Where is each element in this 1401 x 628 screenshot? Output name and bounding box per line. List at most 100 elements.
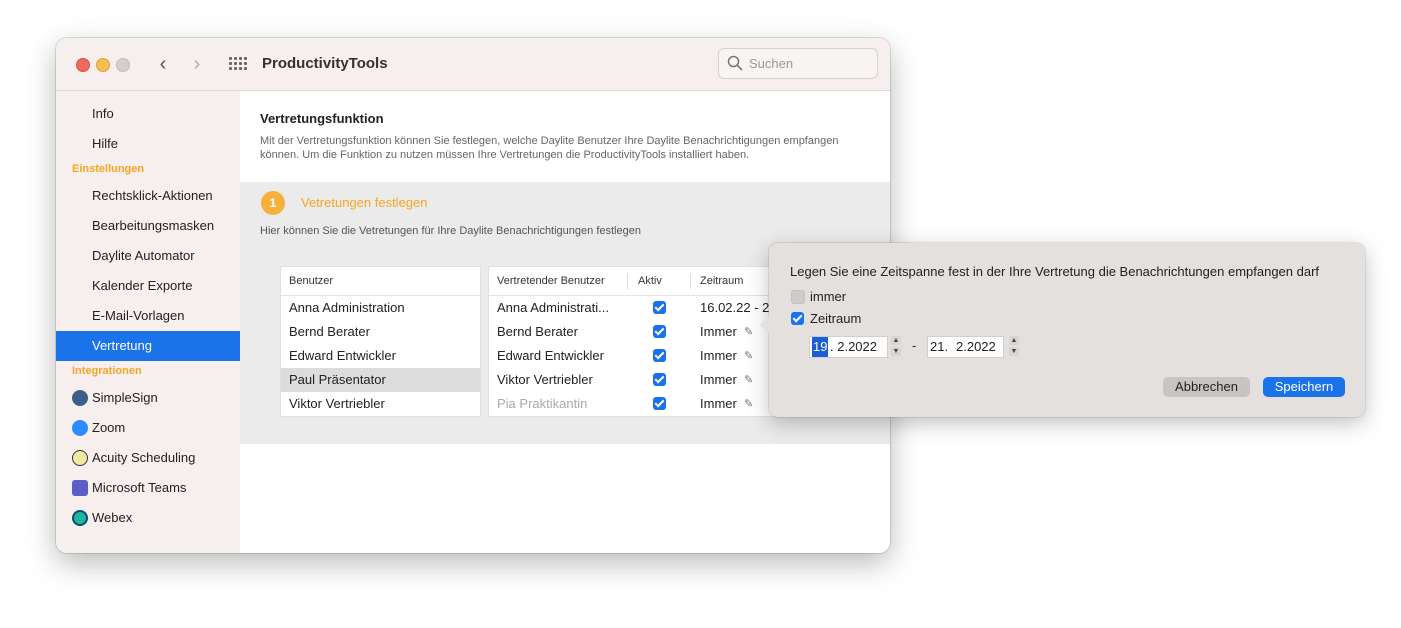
- sidebar-item-label: Vertretung: [92, 338, 152, 353]
- sidebar-item-zoom[interactable]: Zoom: [56, 413, 240, 443]
- column-separator: [627, 273, 628, 289]
- sidebar-item-label: Zoom: [92, 420, 126, 435]
- table-row-selected[interactable]: Paul Präsentator: [281, 368, 480, 392]
- active-checkbox[interactable]: [653, 349, 666, 362]
- popover-title: Legen Sie eine Zeitspanne fest in der Ih…: [790, 264, 1320, 279]
- sidebar-item-webex[interactable]: Webex: [56, 503, 240, 533]
- sidebar-item-edit-masks[interactable]: Bearbeitungsmasken: [56, 211, 240, 241]
- active-checkbox[interactable]: [653, 301, 666, 314]
- period-value: Immer: [700, 348, 737, 363]
- period-checkbox[interactable]: [791, 312, 804, 325]
- column-header-deputy[interactable]: Vertretender Benutzer: [497, 267, 605, 295]
- date-separator: -: [912, 338, 917, 353]
- table-row[interactable]: Pia Praktikantin Immer ✎: [489, 392, 779, 416]
- table-row[interactable]: Viktor Vertriebler: [281, 392, 480, 416]
- table-row[interactable]: Viktor Vertriebler Immer ✎: [489, 368, 779, 392]
- sidebar-item-context-actions[interactable]: Rechtsklick-Aktionen: [56, 181, 240, 211]
- stepper-up-icon[interactable]: ▲: [1009, 336, 1019, 345]
- active-checkbox[interactable]: [653, 397, 666, 410]
- deputy-name: Anna Administrati...: [497, 300, 609, 315]
- sidebar-item-label: E-Mail-Vorlagen: [92, 308, 185, 323]
- step-label: Vetretungen festlegen: [301, 195, 428, 210]
- sidebar-section-integrations: Integrationen: [72, 365, 142, 377]
- period-label: Zeitraum: [810, 311, 862, 326]
- table-row[interactable]: Edward Entwickler: [281, 344, 480, 368]
- sidebar: Info Hilfe Einstellungen Rechtsklick-Akt…: [56, 91, 240, 553]
- sidebar-item-label: SimpleSign: [92, 390, 158, 405]
- sidebar-item-calendar-exports[interactable]: Kalender Exporte: [56, 271, 240, 301]
- to-month-year-segment[interactable]: 2.2022: [956, 337, 996, 357]
- edit-pencil-icon[interactable]: ✎: [744, 344, 753, 368]
- user-name: Paul Präsentator: [289, 372, 386, 387]
- column-header-period[interactable]: Zeitraum: [700, 267, 743, 295]
- search-placeholder: Suchen: [749, 56, 794, 71]
- users-table: Benutzer Anna Administration Bernd Berat…: [280, 266, 481, 417]
- sidebar-item-simplesign[interactable]: SimpleSign: [56, 383, 240, 413]
- sidebar-item-label: Info: [92, 106, 114, 121]
- from-date-field[interactable]: 19 . 2.2022: [809, 336, 888, 358]
- save-button[interactable]: Speichern: [1263, 377, 1345, 397]
- sidebar-item-info[interactable]: Info: [56, 99, 240, 129]
- popover-arrow: [760, 315, 770, 335]
- sidebar-item-acuity[interactable]: Acuity Scheduling: [56, 443, 240, 473]
- sidebar-item-label: Microsoft Teams: [92, 480, 187, 495]
- sidebar-item-label: Bearbeitungsmasken: [92, 218, 215, 233]
- title-bar: ‹ › ProductivityTools Suchen: [56, 38, 890, 91]
- close-window-button[interactable]: [76, 58, 90, 72]
- deputies-table: Vertretender Benutzer Aktiv Zeitraum Ann…: [488, 266, 780, 417]
- cancel-button[interactable]: Abbrechen: [1163, 377, 1250, 397]
- table-row[interactable]: Anna Administration: [281, 296, 480, 320]
- zoom-window-button[interactable]: [116, 58, 130, 72]
- zoom-icon: [72, 420, 88, 436]
- sidebar-item-label: Acuity Scheduling: [92, 450, 196, 465]
- column-header-active[interactable]: Aktiv: [638, 267, 662, 295]
- sidebar-item-label: Hilfe: [92, 136, 119, 151]
- window-title: ProductivityTools: [262, 55, 388, 72]
- always-checkbox[interactable]: [791, 290, 805, 304]
- back-icon[interactable]: ‹: [153, 54, 173, 74]
- to-date-stepper[interactable]: ▲ ▼: [1008, 336, 1020, 356]
- sidebar-item-email-templates[interactable]: E-Mail-Vorlagen: [56, 301, 240, 331]
- active-checkbox[interactable]: [653, 373, 666, 386]
- period-value: Immer: [700, 324, 737, 339]
- edit-pencil-icon[interactable]: ✎: [744, 368, 753, 392]
- to-date-field[interactable]: 21. 2.2022: [927, 336, 1004, 358]
- deputy-name: Viktor Vertriebler: [497, 372, 593, 387]
- table-row[interactable]: Bernd Berater: [281, 320, 480, 344]
- user-name: Bernd Berater: [289, 324, 370, 339]
- deputy-name: Edward Entwickler: [497, 348, 604, 363]
- to-day-segment[interactable]: 21.: [930, 337, 948, 357]
- active-checkbox[interactable]: [653, 325, 666, 338]
- sidebar-item-help[interactable]: Hilfe: [56, 129, 240, 159]
- stepper-down-icon[interactable]: ▼: [891, 347, 901, 356]
- from-date-stepper[interactable]: ▲ ▼: [890, 336, 902, 356]
- webex-icon: [72, 510, 88, 526]
- stepper-up-icon[interactable]: ▲: [891, 336, 901, 345]
- search-field[interactable]: Suchen: [718, 48, 878, 79]
- table-row[interactable]: Anna Administrati... 16.02.22 - 21.02.22: [489, 296, 779, 320]
- teams-icon: [72, 480, 88, 496]
- user-name: Edward Entwickler: [289, 348, 396, 363]
- from-month-year-segment[interactable]: . 2.2022: [830, 337, 877, 357]
- edit-pencil-icon[interactable]: ✎: [744, 392, 753, 416]
- period-value: Immer: [700, 396, 737, 411]
- sidebar-item-label: Daylite Automator: [92, 248, 195, 263]
- edit-pencil-icon[interactable]: ✎: [744, 320, 753, 344]
- sidebar-section-settings: Einstellungen: [72, 163, 145, 175]
- app-window: ‹ › ProductivityTools Suchen Info Hilfe …: [56, 38, 890, 553]
- table-row[interactable]: Edward Entwickler Immer ✎: [489, 344, 779, 368]
- period-value: Immer: [700, 372, 737, 387]
- sidebar-item-label: Rechtsklick-Aktionen: [92, 188, 213, 203]
- stepper-down-icon[interactable]: ▼: [1009, 347, 1019, 356]
- sidebar-item-teams[interactable]: Microsoft Teams: [56, 473, 240, 503]
- user-name: Viktor Vertriebler: [289, 396, 385, 411]
- grid-view-icon[interactable]: [228, 56, 247, 72]
- minimize-window-button[interactable]: [96, 58, 110, 72]
- forward-icon[interactable]: ›: [187, 54, 207, 74]
- column-header-benutzer[interactable]: Benutzer: [289, 267, 333, 295]
- page-title: Vertretungsfunktion: [260, 111, 384, 126]
- from-day-segment[interactable]: 19: [812, 337, 829, 357]
- sidebar-item-vertretung[interactable]: Vertretung: [56, 331, 240, 361]
- sidebar-item-automator[interactable]: Daylite Automator: [56, 241, 240, 271]
- table-row[interactable]: Bernd Berater Immer ✎: [489, 320, 779, 344]
